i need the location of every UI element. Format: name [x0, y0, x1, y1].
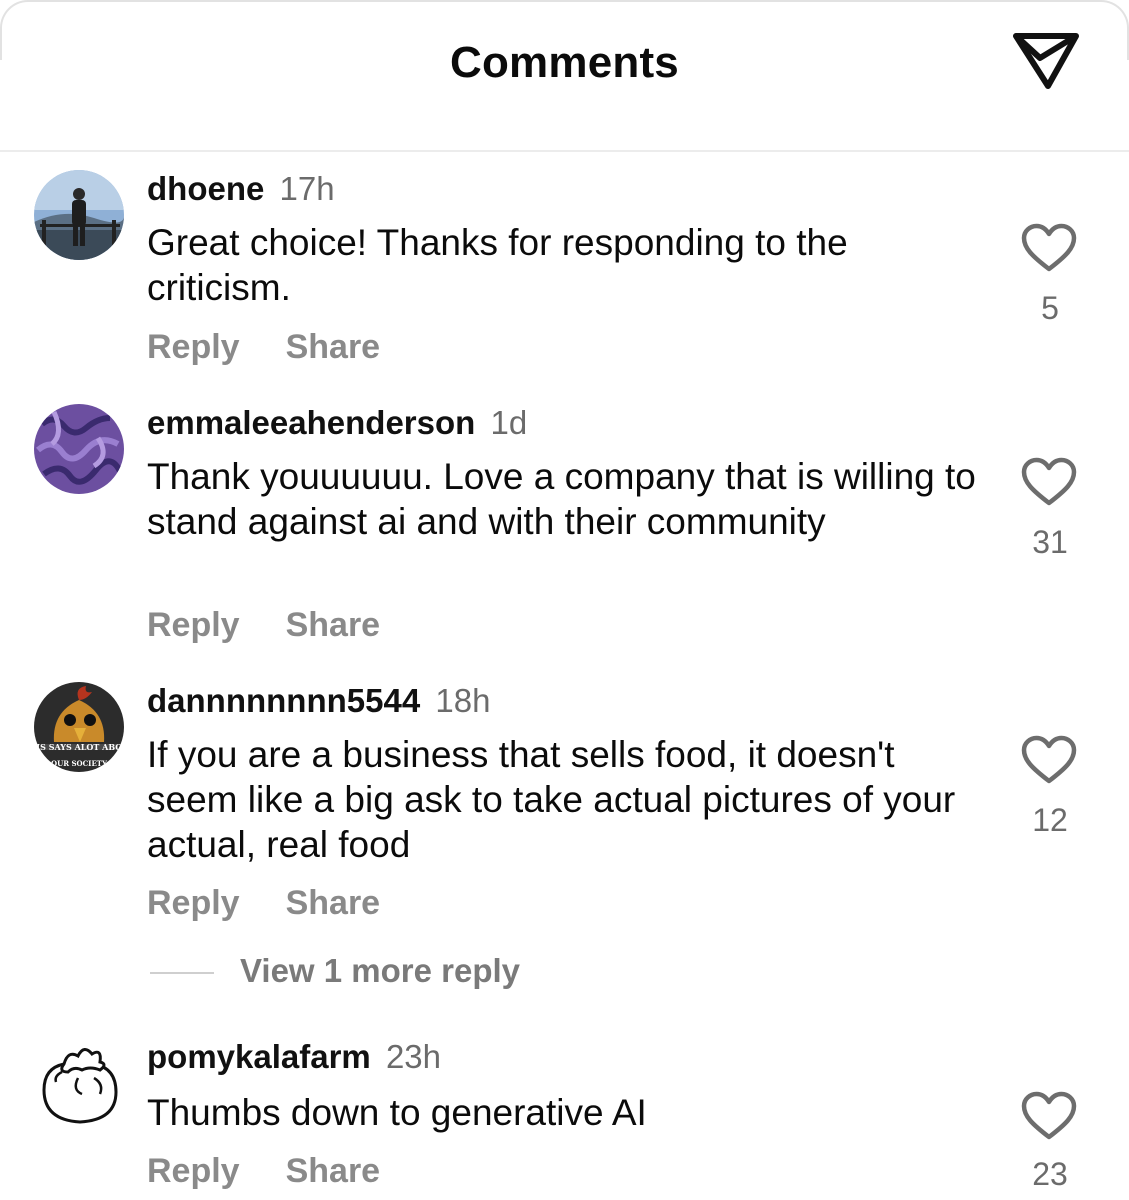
heart-icon[interactable] [1020, 456, 1078, 508]
heart-icon[interactable] [1020, 1090, 1078, 1142]
heart-icon[interactable] [1020, 222, 1078, 274]
comment-item: emmaleeahenderson 1d Thank youuuuuu. Lov… [0, 404, 1129, 654]
share-button[interactable]: Share [286, 1152, 381, 1190]
comment-item: dhoene 17h Great choice! Thanks for resp… [0, 170, 1129, 370]
timestamp: 18h [435, 682, 491, 719]
view-more-replies[interactable]: View 1 more reply [150, 952, 520, 990]
svg-text:OUR SOCIETY: OUR SOCIETY [51, 759, 108, 768]
comment-meta: pomykalafarm 23h [147, 1038, 441, 1076]
like-count: 12 [1032, 802, 1068, 838]
comment-item: THIS SAYS ALOT ABOUT OUR SOCIETY dannnnn… [0, 682, 1129, 932]
avatar[interactable]: THIS SAYS ALOT ABOUT OUR SOCIETY [34, 682, 124, 772]
comment-actions: Reply Share [147, 884, 380, 923]
timestamp: 23h [385, 1038, 441, 1075]
avatar[interactable] [34, 170, 124, 260]
comment-meta: emmaleeahenderson 1d [147, 404, 527, 442]
reply-button[interactable]: Reply [147, 328, 240, 366]
like-count: 23 [1032, 1156, 1068, 1192]
username[interactable]: pomykalafarm [147, 1038, 371, 1075]
comment-meta: dhoene 17h [147, 170, 335, 208]
svg-text:THIS SAYS ALOT ABOUT: THIS SAYS ALOT ABOUT [34, 742, 124, 752]
reply-button[interactable]: Reply [147, 884, 240, 922]
avatar[interactable] [34, 1038, 124, 1128]
share-button[interactable]: Share [286, 328, 381, 366]
profile-photo-icon [34, 170, 124, 260]
share-button[interactable]: Share [286, 884, 381, 922]
timestamp: 17h [279, 170, 335, 207]
comment-text: Great choice! Thanks for responding to t… [147, 222, 848, 308]
heart-icon[interactable] [1020, 734, 1078, 786]
comment-actions: Reply Share [147, 606, 380, 645]
like-count: 5 [1041, 290, 1059, 326]
share-button[interactable]: Share [286, 606, 381, 644]
timestamp: 1d [490, 404, 528, 441]
comment-item: pomykalafarm 23h Thumbs down to generati… [0, 1038, 1129, 1200]
page-title: Comments [450, 38, 679, 87]
reply-button[interactable]: Reply [147, 1152, 240, 1190]
purple-pattern-icon [34, 404, 124, 494]
comment-actions: Reply Share [147, 1152, 380, 1191]
like-count: 31 [1032, 524, 1068, 560]
avatar[interactable] [34, 404, 124, 494]
comment-text: Thank youuuuuu. Love a company that is w… [147, 456, 976, 542]
username[interactable]: dhoene [147, 170, 264, 207]
comment-text: Thumbs down to generative AI [147, 1092, 647, 1133]
comment-actions: Reply Share [147, 328, 380, 367]
send-icon[interactable] [1010, 28, 1082, 94]
comment-text: If you are a business that sells food, i… [147, 734, 956, 865]
comments-header: Comments [0, 0, 1129, 152]
reply-button[interactable]: Reply [147, 606, 240, 644]
comment-meta: dannnnnnnn5544 18h [147, 682, 490, 720]
reply-thread-line [150, 972, 214, 975]
view-more-replies-label[interactable]: View 1 more reply [240, 952, 520, 989]
meme-image-icon: THIS SAYS ALOT ABOUT OUR SOCIETY [34, 682, 124, 772]
username[interactable]: dannnnnnnn5544 [147, 682, 420, 719]
tomato-logo-icon [34, 1038, 124, 1128]
username[interactable]: emmaleeahenderson [147, 404, 475, 441]
